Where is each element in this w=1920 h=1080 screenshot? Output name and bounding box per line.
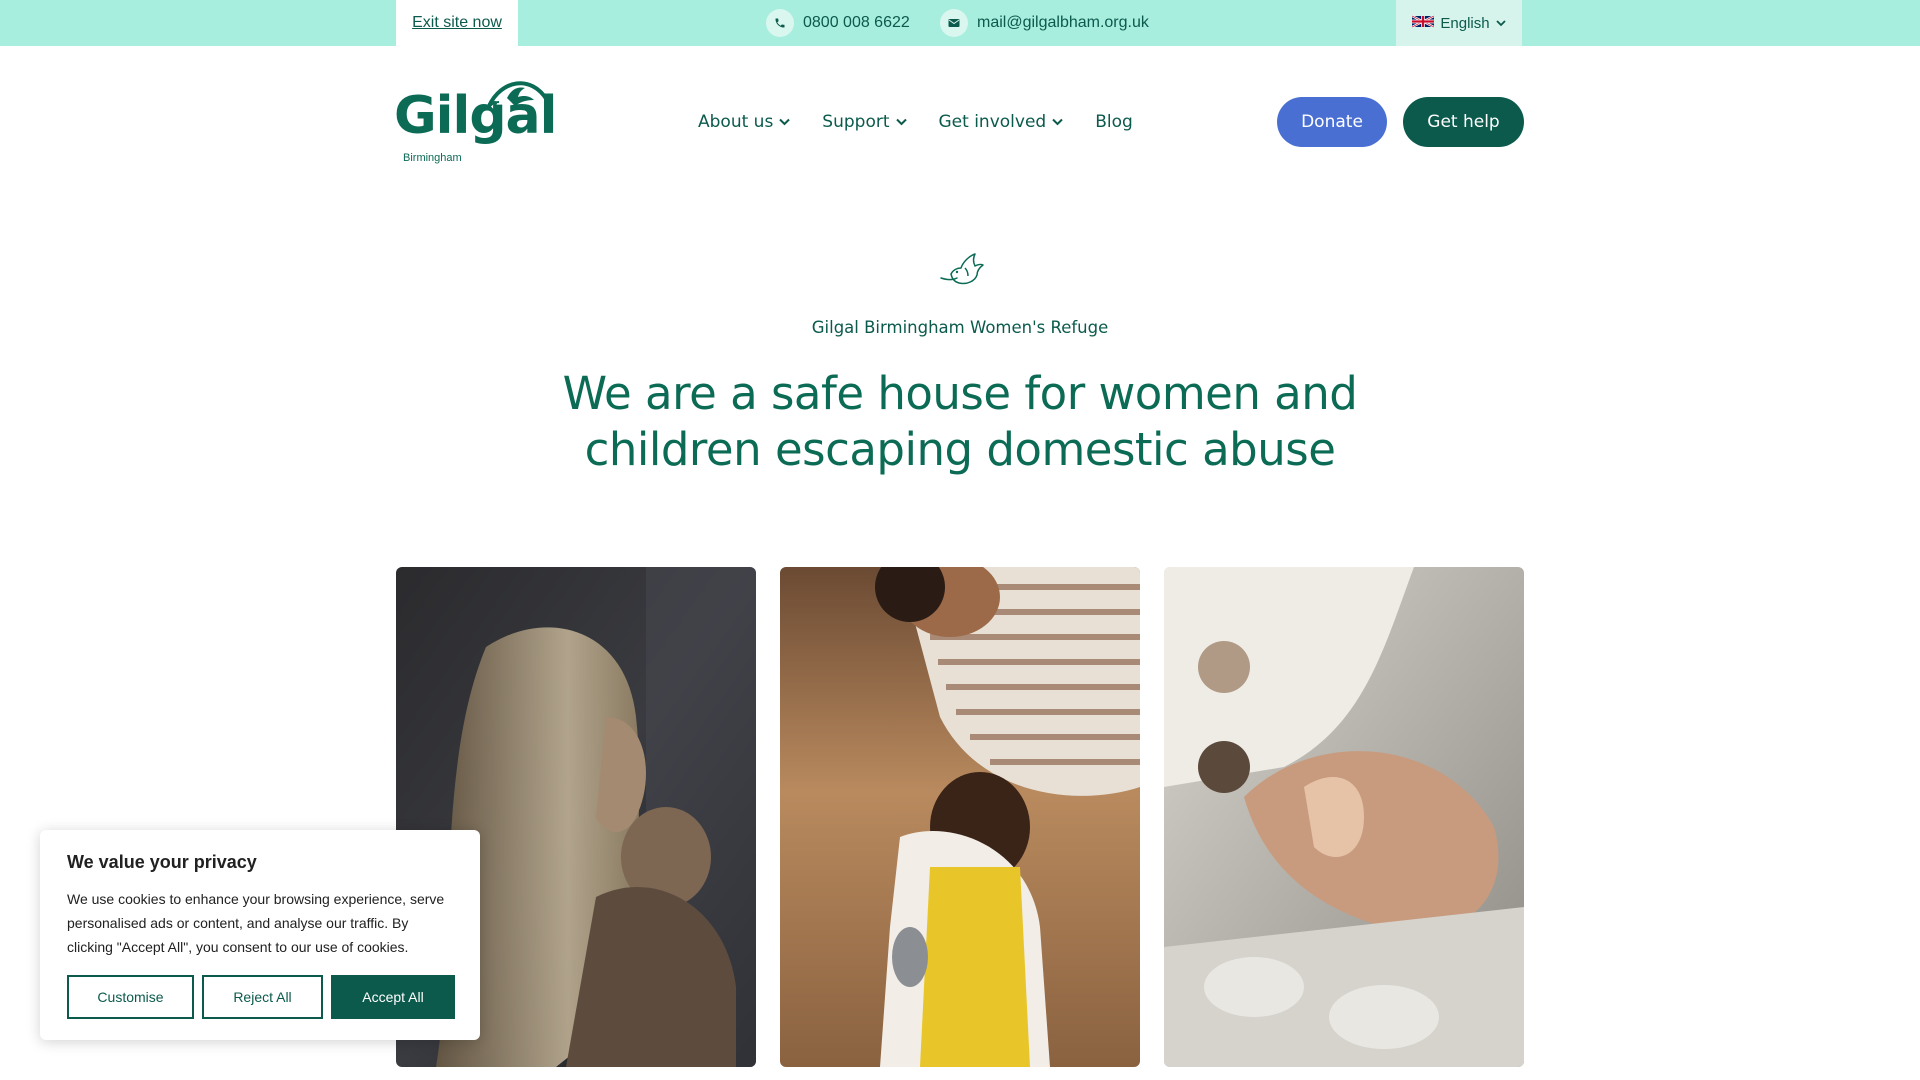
chevron-down-icon [1495,15,1506,32]
logo-wordmark: Gilgal [394,86,557,146]
exit-site-link[interactable]: Exit site now [412,14,502,32]
nav-item-support[interactable]: Support [822,112,907,132]
main-navigation: About us Support Get involved Blog [698,108,1133,136]
chevron-down-icon [1052,118,1063,126]
phone-number: 0800 008 6622 [803,14,910,31]
cookie-consent-banner: We value your privacy We use cookies to … [40,830,480,1040]
phone-contact[interactable]: 0800 008 6622 [766,0,910,46]
photo-baby-hand-in-adult-hands [1164,567,1524,1067]
nav-item-get-involved[interactable]: Get involved [939,112,1064,132]
top-utility-bar: Exit site now 0800 008 6622 mail@gilgalb… [0,0,1920,46]
nav-item-about-us[interactable]: About us [698,112,791,132]
hero-eyebrow: Gilgal Birmingham Women's Refuge [811,318,1109,337]
language-label: English [1440,14,1490,32]
dove-icon [940,253,984,285]
get-help-button[interactable]: Get help [1403,97,1524,147]
email-address: mail@gilgalbham.org.uk [977,14,1149,31]
logo-subtitle: Birmingham [403,152,462,164]
cookie-text: We use cookies to enhance your browsing … [67,891,445,955]
nav-label: Support [822,112,890,132]
chevron-down-icon [895,118,907,126]
cookie-title: We value your privacy [67,852,257,872]
language-selector[interactable]: English [1396,0,1522,46]
email-contact[interactable]: mail@gilgalbham.org.uk [940,0,1149,46]
hero-headline: We are a safe house for women and childr… [562,367,1358,476]
nav-label: Get involved [938,112,1047,132]
phone-icon [766,9,794,37]
accept-all-button[interactable]: Accept All [331,975,455,1019]
cookie-actions: Customise Reject All Accept All [67,975,455,1019]
photo-woman-and-girl-playing [780,567,1140,1067]
nav-item-blog[interactable]: Blog [1095,112,1133,132]
exit-site-box: Exit site now [396,0,518,46]
nav-label: About us [698,112,774,132]
mail-icon [940,9,968,37]
uk-flag-icon [1411,14,1435,33]
gilgal-logo[interactable]: Gilgal Birmingham [394,76,557,168]
donate-button[interactable]: Donate [1277,97,1387,147]
customise-button[interactable]: Customise [67,975,194,1019]
chevron-down-icon [779,118,791,126]
nav-label: Blog [1095,112,1133,132]
reject-all-button[interactable]: Reject All [202,975,323,1019]
